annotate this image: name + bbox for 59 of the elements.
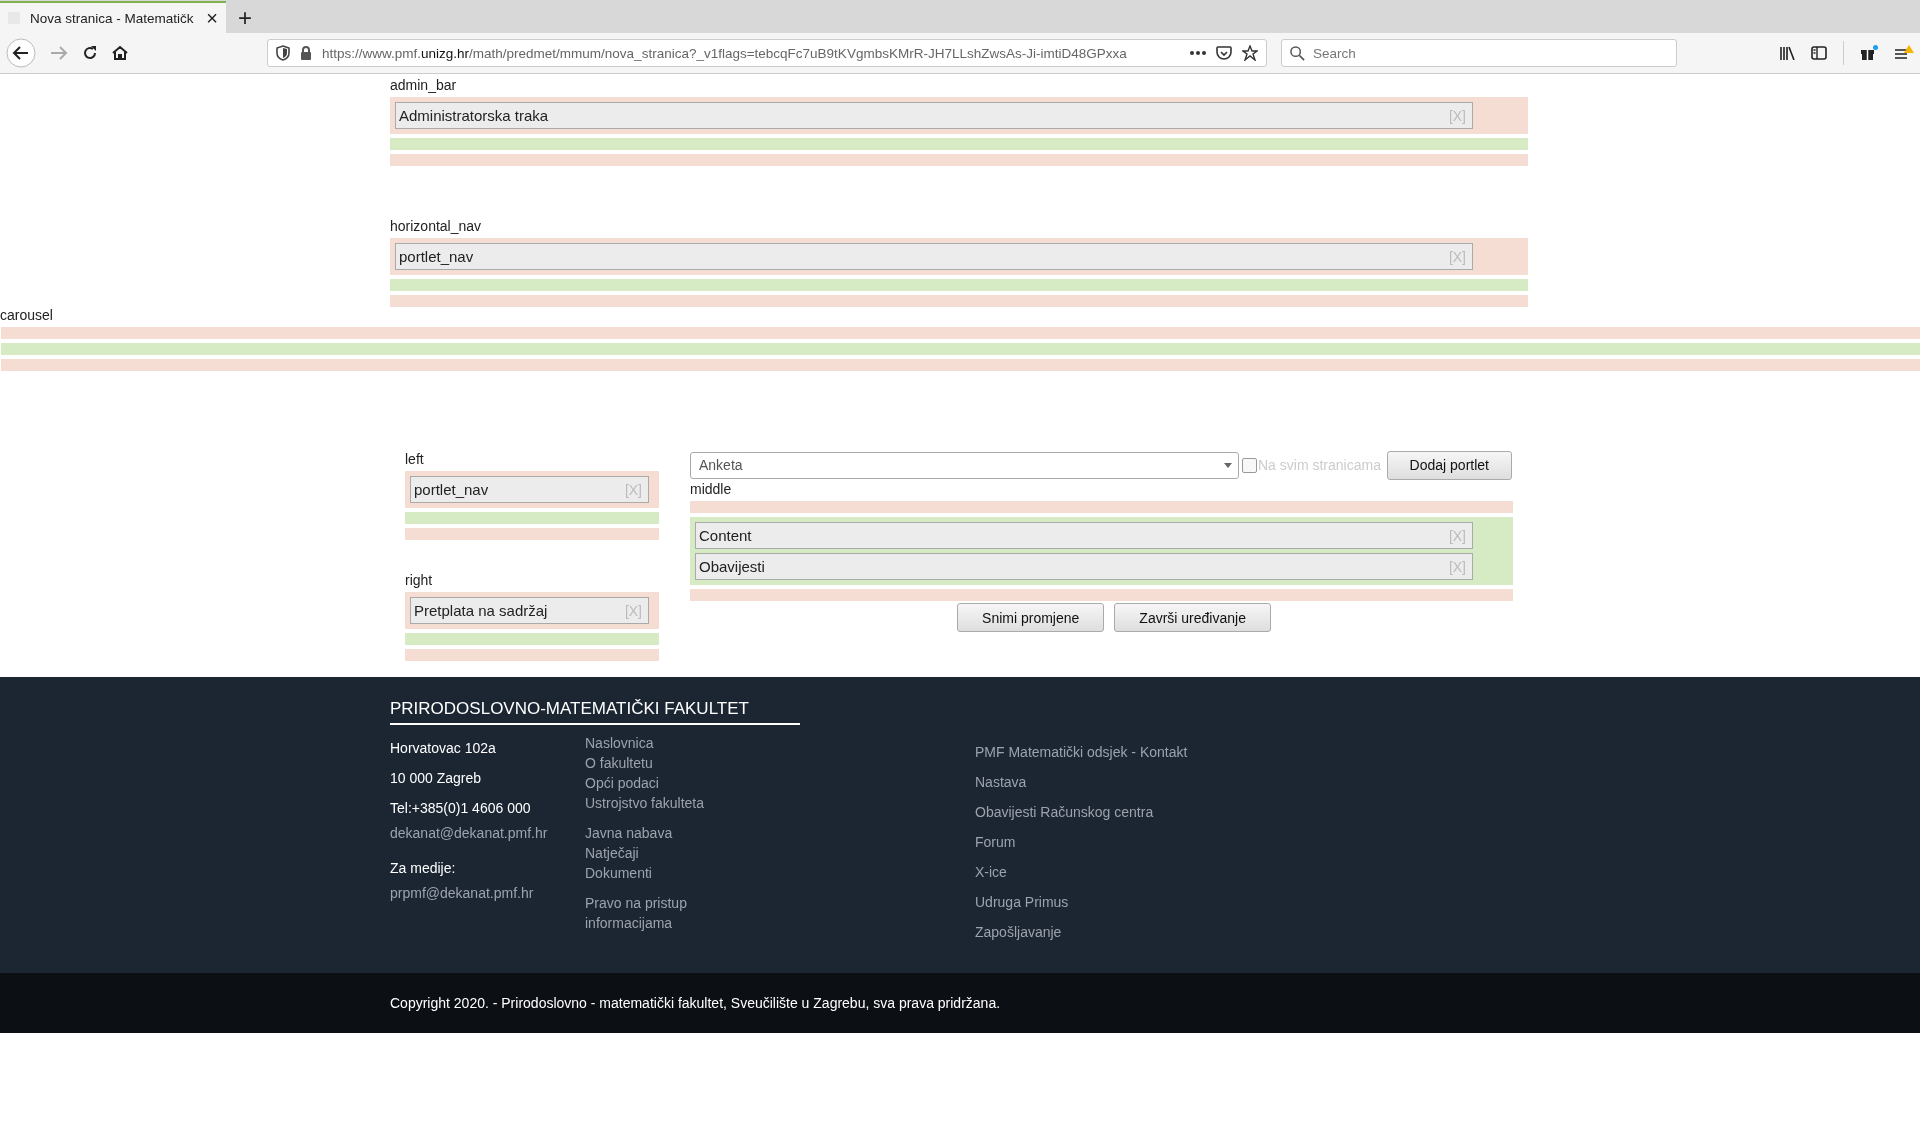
close-tab-button[interactable]: × (206, 8, 218, 28)
email-link[interactable]: prpmf@dekanat.pmf.hr (390, 883, 585, 903)
footer-link[interactable]: Nastava (975, 767, 1188, 797)
lock-icon (300, 46, 312, 60)
action-button[interactable]: Snimi promjene (957, 603, 1105, 632)
dropdown-caret-icon (1224, 462, 1232, 468)
footer-link[interactable]: Forum (975, 827, 1188, 857)
add-portlet-button[interactable]: Dodaj portlet (1386, 450, 1512, 480)
back-icon[interactable] (6, 38, 36, 68)
footer-link[interactable]: Natječaji (585, 843, 720, 863)
footer-link[interactable]: Udruga Primus (975, 887, 1188, 917)
star-icon[interactable] (1242, 45, 1258, 61)
browser-tab[interactable]: Nova stranica - Matematičk × (0, 1, 226, 33)
footer-link[interactable]: Ustrojstvo fakulteta (585, 793, 720, 813)
footer-link[interactable]: Javna nabava (585, 823, 720, 843)
copyright-text: Copyright 2020. - Prirodoslovno - matematički fakultet, Sveučilište u Zagrebu, sva prava pridržana. (390, 995, 1001, 1011)
region-label: admin_bar (390, 77, 458, 94)
contact-text: Tel:+385(0)1 4606 000 (390, 799, 532, 818)
sidebar-icon[interactable] (1811, 46, 1827, 60)
more-icon[interactable] (1190, 51, 1206, 55)
footer-link[interactable]: Opći podaci (585, 773, 720, 793)
portlet-title: portlet_nav (399, 248, 474, 265)
footer-link[interactable]: Obavijesti Računskog centra (975, 797, 1188, 827)
footer-link[interactable]: O fakultetu (585, 753, 720, 773)
action-button[interactable]: Završi uređivanje (1114, 603, 1271, 632)
footer-link[interactable]: PMF Matematički odsjek - Kontakt (975, 737, 1188, 767)
pocket-icon[interactable] (1216, 45, 1232, 61)
contact-text: Za medije: (390, 859, 457, 878)
region-label: horizontal_nav (390, 218, 483, 235)
portlet-title: portlet_nav (414, 481, 489, 498)
region-label: right (405, 572, 434, 589)
footer-link[interactable]: X-ice (975, 857, 1188, 887)
home-icon[interactable] (112, 45, 128, 61)
region-label: carousel (0, 307, 54, 324)
contact-text: 10 000 Zagreb (390, 769, 483, 788)
footer-link[interactable]: Pravo na pristup informacijama (585, 893, 720, 933)
shield-icon[interactable] (276, 45, 290, 61)
footer-title: PRIRODOSLOVNO-MATEMATIČKI FAKULTET (390, 699, 800, 725)
menu-icon[interactable] (1894, 45, 1914, 61)
search-icon (1290, 45, 1305, 61)
contact-text: Horvatovac 102a (390, 739, 497, 758)
portlet-title: Administratorska traka (399, 107, 549, 124)
portlet-title: Content (699, 527, 752, 544)
all-pages-checkbox[interactable] (1242, 457, 1257, 473)
new-tab-button[interactable]: + (238, 6, 252, 30)
footer-link[interactable]: Dokumenti (585, 863, 720, 883)
portlet-title: Pretplata na sadržaj (414, 602, 548, 619)
footer-link[interactable]: Naslovnica (585, 733, 720, 753)
email-link[interactable]: dekanat@dekanat.pmf.hr (390, 823, 585, 843)
footer-link[interactable]: Zapošljavanje (975, 917, 1188, 947)
portlet-title: Obavijesti (699, 558, 765, 575)
region-label: left (405, 451, 425, 468)
region-label: middle (690, 481, 733, 498)
address-bar[interactable]: https://www.pmf.unizg.hr/math/predmet/mmum/nova_stranica?_v1flags=tebcqFc7uB9tKVgmbsKMrR-JH7LLshZwsAs-Ji-imtiD48GPxxa (267, 39, 1267, 67)
portlet-dropdown[interactable]: Anketa (690, 451, 1239, 479)
library-icon[interactable] (1779, 46, 1795, 60)
url-text: https://www.pmf.unizg.hr/math/predmet/mmum/nova_stranica?_v1flags=tebcqFc7uB9tKVgmbsKMrR-JH7LLshZwsAs-Ji-imtiD48GPxxa (322, 45, 1128, 61)
reload-icon[interactable] (82, 45, 98, 61)
search-field[interactable]: Search (1281, 39, 1677, 67)
